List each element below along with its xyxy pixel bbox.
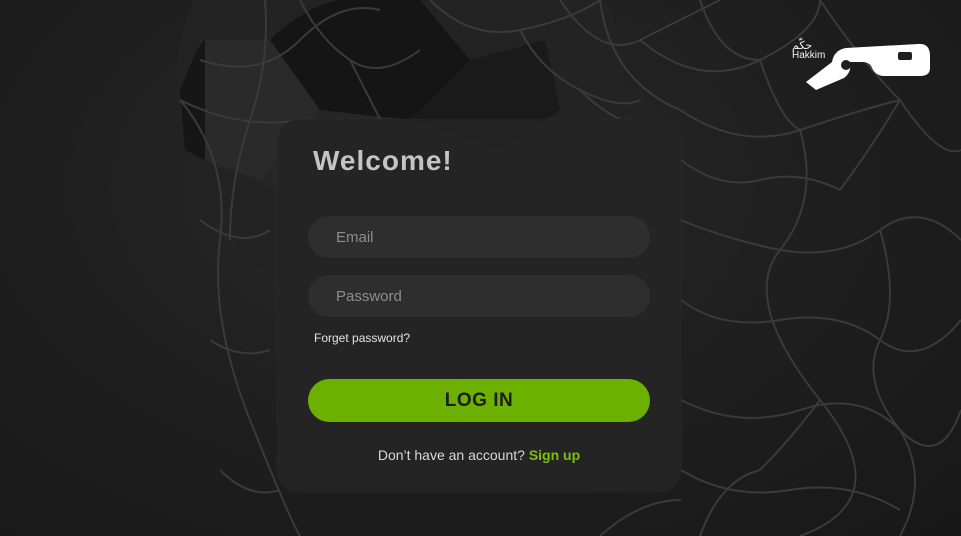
login-button[interactable]: LOG IN — [308, 379, 650, 422]
welcome-title: Welcome! — [313, 145, 453, 176]
no-account-text: Don’t have an account? — [377, 447, 529, 463]
signup-link[interactable]: Sign up — [529, 447, 580, 463]
login-card: Welcome! Forget password? LOG IN Don’t h… — [277, 119, 681, 492]
logo-latin-text: Hakkim — [792, 50, 826, 61]
hakkim-whistle-logo — [806, 43, 930, 90]
forget-password-link[interactable]: Forget password? — [314, 331, 410, 345]
signup-prompt: Don’t have an account? Sign up — [277, 447, 681, 463]
password-field[interactable] — [308, 275, 650, 317]
email-field[interactable] — [308, 216, 650, 258]
login-screen: حكّم Hakkim Welcome! Forget password? LO… — [0, 0, 961, 536]
